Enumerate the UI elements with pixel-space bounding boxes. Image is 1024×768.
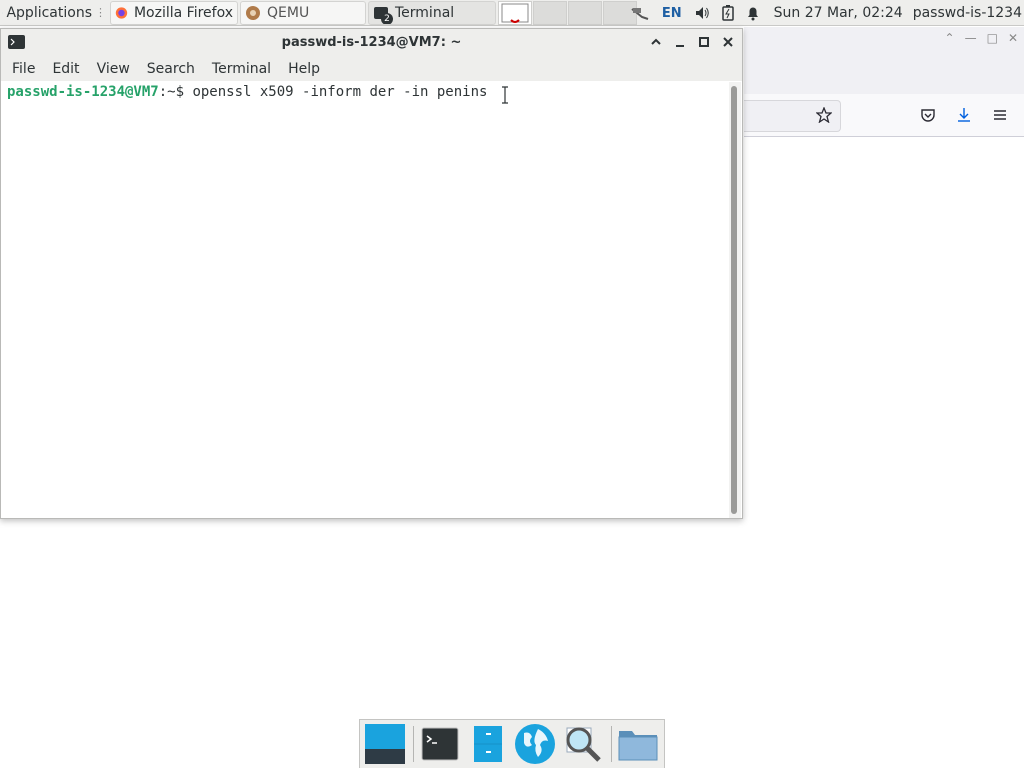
firefox-window-background: ⌃ — □ ✕ [744, 27, 1024, 137]
firefox-window-controls: ⌃ — □ ✕ [945, 31, 1018, 45]
workspace-2[interactable] [533, 0, 567, 25]
close-icon [723, 37, 733, 47]
task-firefox-label: Mozilla Firefox [133, 4, 233, 21]
task-firefox[interactable]: Mozilla Firefox [110, 0, 238, 25]
window-controls [648, 34, 736, 50]
dock-web-browser[interactable] [513, 722, 557, 766]
firefox-collapse-icon[interactable]: ⌃ [945, 31, 955, 45]
menu-search[interactable]: Search [141, 61, 201, 77]
folder-icon [618, 731, 658, 761]
prompt-separator: :~$ [158, 84, 193, 100]
firefox-maximize-icon[interactable]: □ [987, 31, 998, 45]
volume-icon[interactable] [694, 5, 710, 21]
menu-terminal[interactable]: Terminal [206, 61, 277, 77]
qemu-icon [246, 5, 260, 20]
minimize-button[interactable] [672, 34, 688, 50]
chevron-up-icon [651, 38, 661, 45]
workspace-preview-icon [501, 3, 529, 23]
dock-folder[interactable] [616, 722, 660, 766]
terminal-content[interactable]: passwd-is-1234@VM7:~$ openssl x509 -info… [1, 82, 728, 518]
top-panel: Applications ⋮ Mozilla Firefox QEMU 2 Te… [0, 0, 1024, 26]
prompt-user: passwd-is-1234@VM7 [7, 84, 159, 100]
task-terminal[interactable]: 2 Terminal [368, 0, 496, 25]
menu-view[interactable]: View [91, 61, 136, 77]
file-manager-icon [473, 726, 502, 762]
window-title: passwd-is-1234@VM7: ~ [281, 35, 462, 50]
dock-app-finder[interactable] [561, 722, 605, 766]
shade-button[interactable] [648, 34, 664, 50]
firefox-nav-bar [744, 94, 1024, 136]
downloads-icon[interactable] [956, 107, 972, 123]
terminal-window: passwd-is-1234@VM7: ~ File Edit View Sea… [0, 28, 743, 519]
keyboard-layout-indicator[interactable]: EN [662, 6, 682, 21]
system-tray: EN Sun 27 Mar, 02:24 passwd-is-1234 [624, 0, 1024, 26]
workspace-1[interactable] [498, 0, 532, 25]
task-count-badge: 2 [381, 12, 393, 24]
minimize-icon [676, 45, 684, 47]
dock-separator [611, 726, 613, 762]
app-menu-icon[interactable] [992, 107, 1008, 123]
command-line: passwd-is-1234@VM7:~$ openssl x509 -info… [7, 84, 487, 100]
close-button[interactable] [720, 34, 736, 50]
maximize-icon [699, 37, 709, 47]
task-terminal-label: Terminal [395, 4, 455, 21]
text-cursor-icon [502, 86, 508, 104]
workspace-3[interactable] [568, 0, 602, 25]
clock[interactable]: Sun 27 Mar, 02:24 [774, 5, 903, 21]
menu-edit[interactable]: Edit [46, 61, 85, 77]
network-icon[interactable] [630, 5, 650, 21]
menu-help[interactable]: Help [282, 61, 326, 77]
terminal-titlebar[interactable]: passwd-is-1234@VM7: ~ [1, 29, 742, 58]
web-browser-icon [515, 724, 556, 764]
pocket-icon[interactable] [920, 107, 936, 123]
dock-terminal[interactable] [418, 722, 462, 766]
applications-menu-button[interactable]: Applications ⋮ [0, 0, 110, 26]
terminal-menubar: File Edit View Search Terminal Help [1, 57, 742, 81]
dock-file-manager[interactable] [466, 722, 510, 766]
notification-bell-icon[interactable] [746, 5, 760, 21]
show-desktop-icon [364, 724, 405, 764]
maximize-button[interactable] [696, 34, 712, 50]
dock-show-desktop[interactable] [363, 722, 407, 766]
firefox-close-icon[interactable]: ✕ [1008, 31, 1018, 45]
app-finder-icon [566, 727, 601, 762]
bookmark-star-icon[interactable] [816, 107, 832, 123]
battery-icon[interactable] [721, 5, 734, 21]
menu-file[interactable]: File [6, 61, 41, 77]
firefox-minimize-icon[interactable]: — [965, 31, 977, 45]
bottom-dock [359, 719, 665, 768]
scrollbar-thumb[interactable] [731, 86, 737, 514]
applications-label: Applications [6, 4, 92, 21]
typed-command: openssl x509 -inform der -in penins [192, 84, 488, 100]
task-qemu[interactable]: QEMU [240, 0, 366, 25]
user-menu[interactable]: passwd-is-1234 [913, 5, 1022, 21]
terminal-scrollbar[interactable] [729, 82, 741, 518]
dock-separator [412, 726, 414, 762]
task-qemu-label: QEMU [267, 4, 310, 21]
terminal-icon [421, 727, 459, 761]
firefox-icon [115, 6, 128, 19]
applications-handle-icon: ⋮ [95, 6, 106, 19]
